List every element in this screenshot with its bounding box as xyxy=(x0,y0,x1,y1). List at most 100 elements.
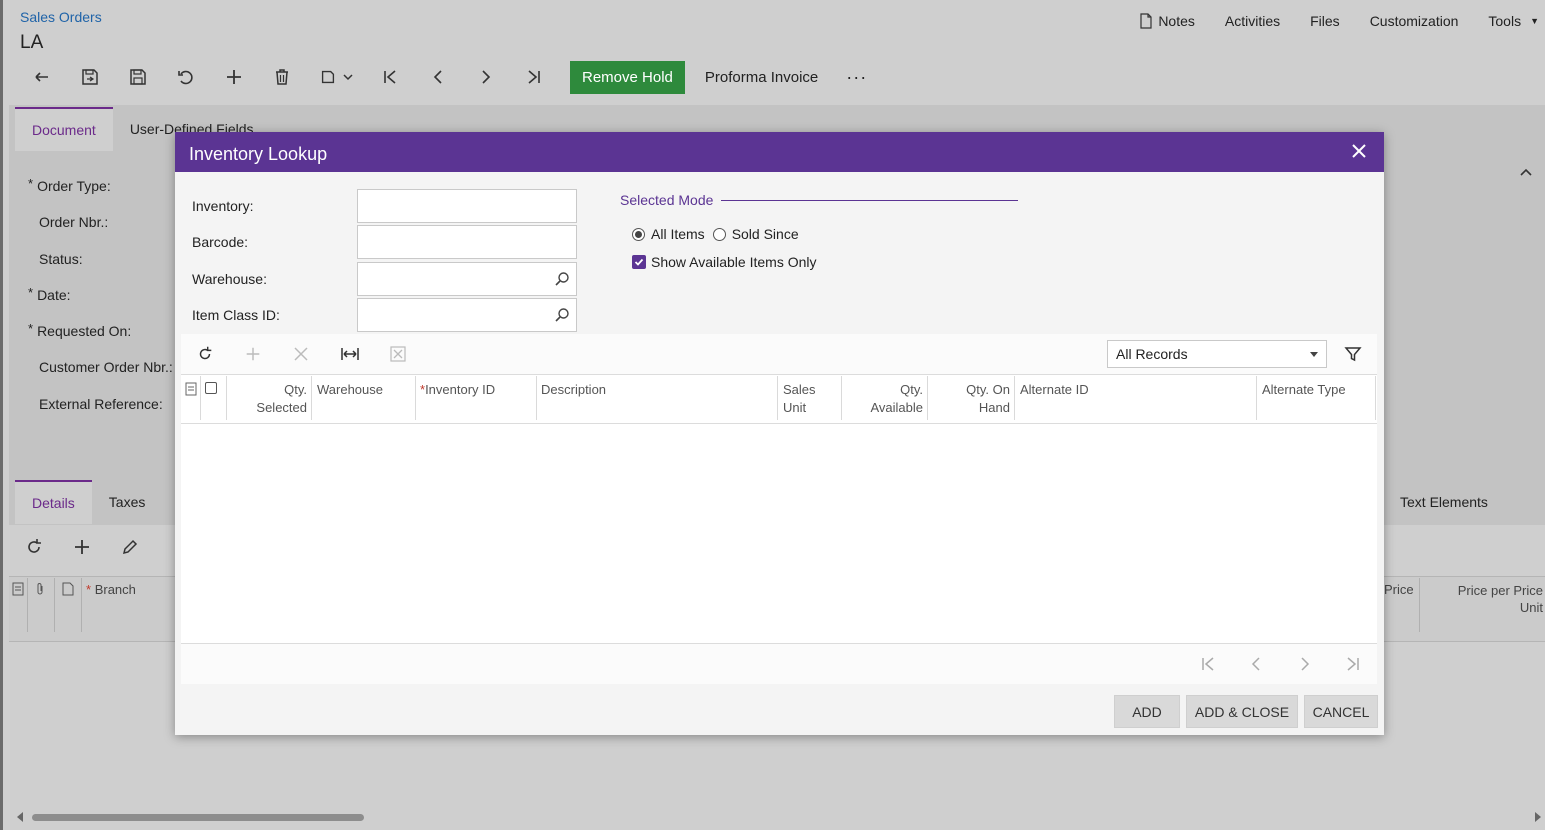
lookup-grid-body xyxy=(181,424,1377,644)
refresh-icon[interactable] xyxy=(10,530,58,564)
tools-menu[interactable]: Tools ▼ xyxy=(1473,13,1545,29)
edit-icon[interactable] xyxy=(106,530,154,564)
selected-mode-group: Selected Mode xyxy=(620,192,1019,208)
search-icon[interactable] xyxy=(554,307,570,323)
all-items-radio[interactable] xyxy=(632,227,645,241)
qty-selected-column-header[interactable]: Qty. Selected xyxy=(231,381,307,417)
column-separator xyxy=(415,376,416,420)
customization-link[interactable]: Customization xyxy=(1355,13,1474,29)
add-button[interactable]: ADD xyxy=(1114,695,1180,728)
qty-available-column-header[interactable]: Qty. Available xyxy=(845,381,923,417)
last-record-icon[interactable] xyxy=(510,60,558,94)
show-available-label: Show Available Items Only xyxy=(651,254,817,270)
alternate-type-column-header[interactable]: Alternate Type xyxy=(1262,381,1346,399)
tab-text-elements[interactable]: Text Elements xyxy=(1382,480,1506,524)
notes-label: Notes xyxy=(1158,13,1195,29)
detail-tabs: Details Taxes xyxy=(15,480,163,524)
inventory-input[interactable] xyxy=(357,189,577,223)
filter-icon[interactable] xyxy=(1343,344,1363,364)
customer-order-nbr-label: Customer Order Nbr.: xyxy=(39,359,173,375)
warehouse-label: Warehouse: xyxy=(192,271,267,287)
window-left-edge xyxy=(0,0,3,830)
item-class-id-selector[interactable] xyxy=(357,298,577,332)
price-column-header[interactable]: Price xyxy=(1384,582,1414,597)
previous-record-icon[interactable] xyxy=(414,60,462,94)
tab-document[interactable]: Document xyxy=(15,107,113,151)
records-filter-select[interactable]: All Records xyxy=(1107,340,1327,368)
requested-on-label: * Requested On: xyxy=(28,321,132,339)
chevron-up-icon[interactable] xyxy=(1518,165,1534,181)
order-type-label: * Order Type: xyxy=(28,176,111,194)
next-record-icon[interactable] xyxy=(462,60,510,94)
add-row-icon xyxy=(241,342,265,366)
column-separator xyxy=(27,578,28,632)
barcode-label: Barcode: xyxy=(192,234,249,250)
caret-down-icon: ▼ xyxy=(1530,16,1539,26)
column-separator xyxy=(81,578,82,632)
inventory-lookup-dialog: Inventory Lookup Inventory: Barcode: War… xyxy=(175,132,1384,735)
warehouse-column-header[interactable]: Warehouse xyxy=(317,381,383,399)
external-reference-label: External Reference: xyxy=(39,396,163,412)
main-toolbar: Remove Hold Proforma Invoice ··· xyxy=(18,60,875,94)
column-separator xyxy=(226,376,227,420)
tools-label: Tools xyxy=(1488,13,1522,29)
barcode-input[interactable] xyxy=(357,225,577,259)
tab-details[interactable]: Details xyxy=(15,480,92,524)
copy-paste-icon[interactable] xyxy=(306,60,366,94)
price-per-unit-column-header[interactable]: Price per Price Unit xyxy=(1430,582,1543,616)
remove-hold-button[interactable]: Remove Hold xyxy=(570,60,685,94)
records-filter-value: All Records xyxy=(1116,346,1188,362)
dialog-title: Inventory Lookup xyxy=(189,144,328,164)
warehouse-selector[interactable] xyxy=(357,262,577,296)
mode-radio-row: All Items Sold Since xyxy=(632,226,799,242)
dropdown-arrow-icon xyxy=(1310,352,1318,357)
scroll-left-icon[interactable] xyxy=(15,810,25,824)
save-close-icon[interactable] xyxy=(66,60,114,94)
delete-icon[interactable] xyxy=(258,60,306,94)
branch-column-header[interactable]: * Branch xyxy=(86,582,136,597)
fit-columns-icon[interactable] xyxy=(338,342,362,366)
scroll-right-icon[interactable] xyxy=(1533,810,1543,824)
save-icon[interactable] xyxy=(114,60,162,94)
horizontal-scrollbar-thumb[interactable] xyxy=(32,814,364,821)
group-divider xyxy=(721,199,1019,201)
notes-link[interactable]: Notes xyxy=(1124,13,1210,29)
show-available-row: Show Available Items Only xyxy=(632,254,817,270)
export-excel-icon xyxy=(386,342,410,366)
files-link[interactable]: Files xyxy=(1295,13,1355,29)
proforma-invoice-button[interactable]: Proforma Invoice xyxy=(685,61,838,94)
qty-on-hand-column-header[interactable]: Qty. On Hand xyxy=(931,381,1010,417)
add-icon[interactable] xyxy=(210,60,258,94)
selected-mode-label: Selected Mode xyxy=(620,192,714,208)
close-icon[interactable] xyxy=(1350,142,1368,160)
next-page-icon xyxy=(1301,657,1310,671)
column-separator xyxy=(927,376,928,420)
add-row-icon[interactable] xyxy=(58,530,106,564)
first-record-icon[interactable] xyxy=(366,60,414,94)
column-separator xyxy=(311,376,312,420)
sales-unit-column-header[interactable]: Sales Unit xyxy=(783,381,816,417)
tab-taxes[interactable]: Taxes xyxy=(91,480,163,524)
breadcrumb[interactable]: Sales Orders xyxy=(20,9,102,25)
search-icon[interactable] xyxy=(554,271,570,287)
description-column-header[interactable]: Description xyxy=(541,381,606,399)
column-separator xyxy=(1014,376,1015,420)
refresh-icon[interactable] xyxy=(193,342,217,366)
previous-page-icon xyxy=(1251,657,1260,671)
add-close-button[interactable]: ADD & CLOSE xyxy=(1186,695,1298,728)
dialog-header xyxy=(175,132,1384,172)
activities-link[interactable]: Activities xyxy=(1210,13,1295,29)
cancel-button[interactable]: CANCEL xyxy=(1304,695,1378,728)
undo-icon[interactable] xyxy=(162,60,210,94)
show-available-checkbox[interactable] xyxy=(632,255,646,269)
date-label: * Date: xyxy=(28,285,71,303)
column-separator xyxy=(54,578,55,632)
column-separator xyxy=(1375,376,1376,420)
select-all-checkbox[interactable] xyxy=(205,382,217,394)
more-actions-button[interactable]: ··· xyxy=(838,67,875,88)
alternate-id-column-header[interactable]: Alternate ID xyxy=(1020,381,1089,399)
sold-since-radio[interactable] xyxy=(712,227,726,241)
order-nbr-label: Order Nbr.: xyxy=(39,214,109,230)
back-icon[interactable] xyxy=(18,60,66,94)
inventory-id-column-header[interactable]: *Inventory ID xyxy=(420,381,495,399)
